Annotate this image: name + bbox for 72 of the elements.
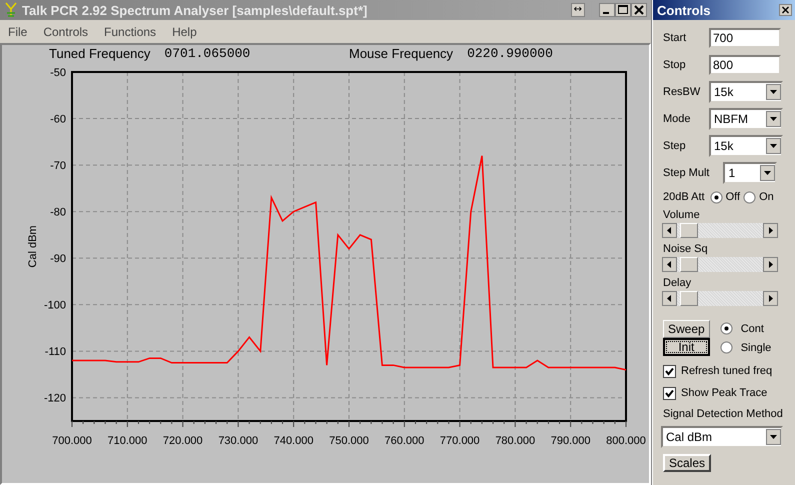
radio-button[interactable] <box>743 190 756 204</box>
sweep-button[interactable]: Sweep <box>663 320 710 338</box>
x-tick-label: 740.000 <box>274 435 314 447</box>
y-tick-label: -100 <box>44 300 66 312</box>
readout-label: Mouse Frequency <box>349 46 454 61</box>
radio-label: Off <box>726 191 740 203</box>
input-field[interactable]: 800 <box>709 54 781 74</box>
window-title: Talk PCR 2.92 Spectrum Analyser [samples\default.spt*] <box>22 2 368 18</box>
antenna-icon <box>4 2 18 18</box>
minimize-icon[interactable] <box>599 3 615 17</box>
readout-label: Tuned Frequency <box>49 46 150 61</box>
maximize-icon[interactable] <box>615 3 631 17</box>
x-tick-label: 720.000 <box>162 435 203 447</box>
x-tick-label: 760.000 <box>384 435 424 447</box>
y-tick-label: -50 <box>50 67 66 79</box>
slider-thumb[interactable] <box>680 257 698 272</box>
radio-button[interactable] <box>720 341 733 354</box>
menu-item[interactable]: Functions <box>104 24 156 38</box>
menu-item[interactable]: File <box>8 24 28 38</box>
x-tick-label: 800.000 <box>606 435 646 447</box>
field-label: Stop <box>663 58 687 70</box>
scales-button[interactable]: Scales <box>663 454 712 472</box>
slider-label: Volume <box>663 209 701 221</box>
y-tick-label: -120 <box>44 392 66 405</box>
dropdown-label: Step <box>663 140 687 152</box>
x-tick-label: 730.000 <box>218 435 258 447</box>
x-tick-label: 700.000 <box>52 435 92 447</box>
x-tick-label: 780.000 <box>495 435 536 447</box>
y-tick-label: -110 <box>44 346 66 358</box>
y-tick-label: -80 <box>50 206 66 219</box>
checkbox[interactable] <box>663 364 676 378</box>
y-tick-label: -70 <box>50 160 66 172</box>
field-label: Start <box>663 32 688 44</box>
slider-thumb[interactable] <box>680 223 698 238</box>
dropdown-label: ResBW <box>663 86 702 98</box>
radio-label: On <box>759 191 774 203</box>
readout-value: 0701.065000 <box>164 46 250 61</box>
slider-thumb[interactable] <box>680 291 698 306</box>
slider-label: Noise Sq <box>663 243 709 255</box>
menu-item[interactable]: Help <box>172 24 197 38</box>
radio-button[interactable] <box>720 322 733 335</box>
close-icon[interactable] <box>631 3 647 17</box>
dropdown[interactable]: 15k <box>709 80 783 102</box>
dropdown-label: Signal Detection Method <box>663 408 784 422</box>
radio-label: Cont <box>740 322 764 334</box>
y-tick-label: -90 <box>50 253 66 266</box>
x-tick-label: 770.000 <box>440 435 480 447</box>
dropdown-label: Step Mult <box>663 166 710 178</box>
init-button[interactable]: Init <box>663 338 710 356</box>
close-icon[interactable] <box>779 4 792 16</box>
checkbox-label: Show Peak Trace <box>681 387 768 399</box>
x-tick-label: 750.000 <box>329 435 369 447</box>
y-axis-label: Cal dBm <box>27 225 39 268</box>
radio-label: Single <box>740 342 772 354</box>
checkbox-label: Refresh tuned freq <box>681 365 772 377</box>
radio-group-label: 20dB Att <box>663 191 705 203</box>
dropdown[interactable]: 15k <box>709 134 783 156</box>
dropdown[interactable]: Cal dBm <box>661 426 783 448</box>
radio-button[interactable] <box>710 190 723 204</box>
slider-label: Delay <box>663 277 692 289</box>
dropdown[interactable]: 1 <box>723 162 778 184</box>
checkbox[interactable] <box>663 386 676 400</box>
window-title: Controls <box>657 2 710 18</box>
input-field[interactable]: 700 <box>709 28 781 48</box>
dropdown[interactable]: NBFM <box>709 108 783 130</box>
y-tick-label: -60 <box>50 114 66 126</box>
x-tick-label: 790.000 <box>550 435 590 447</box>
resize-button[interactable]: ↔ <box>570 3 585 17</box>
menu-item[interactable]: Controls <box>43 24 88 38</box>
readout-value: 0220.990000 <box>467 46 553 61</box>
dropdown-label: Mode <box>663 112 692 124</box>
x-tick-label: 710.000 <box>108 435 148 447</box>
